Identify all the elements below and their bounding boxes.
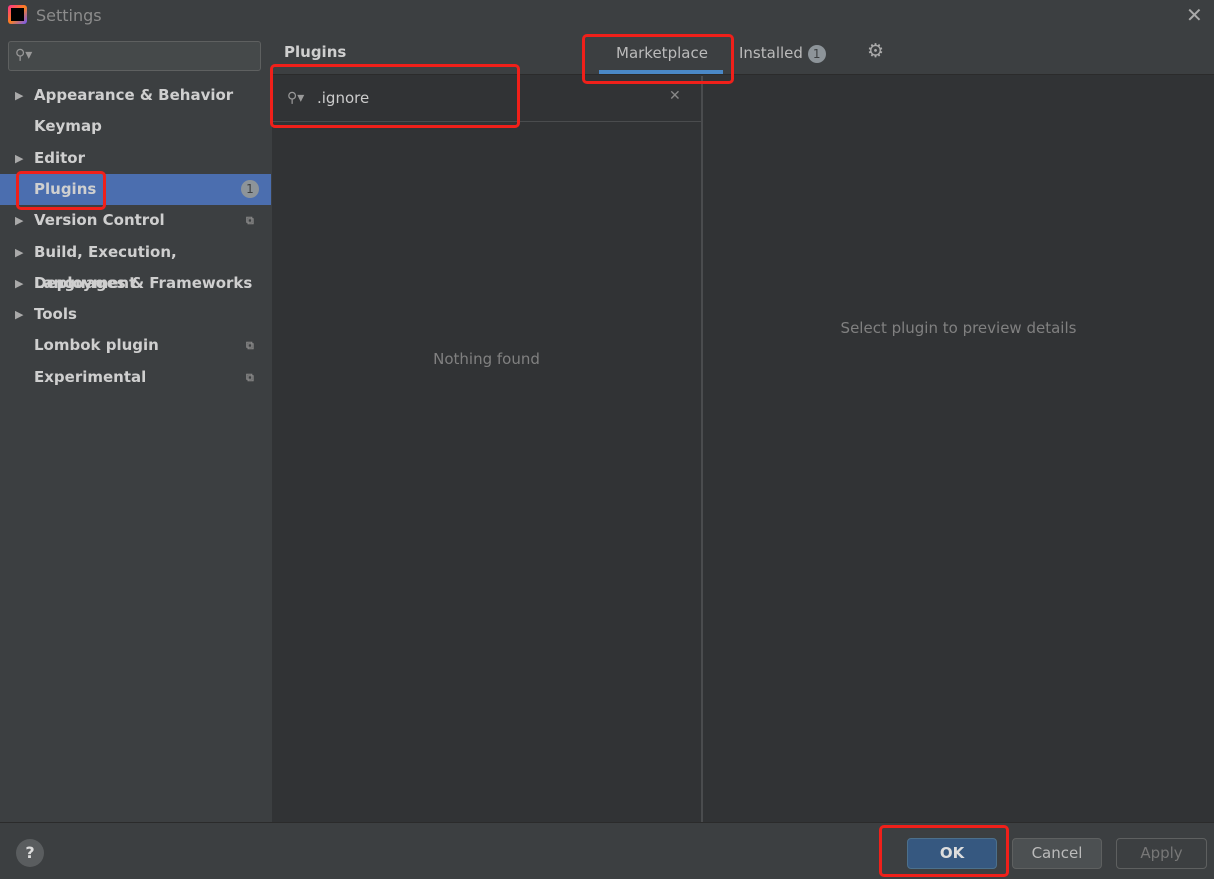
cancel-button[interactable]: Cancel xyxy=(1012,838,1102,869)
sidebar-item-label: Languages & Frameworks xyxy=(34,273,253,292)
intellij-logo xyxy=(8,5,27,24)
sidebar-item-editor[interactable]: ▶ Editor xyxy=(0,143,271,174)
help-button[interactable]: ? xyxy=(16,839,44,867)
sidebar-item-label: Keymap xyxy=(34,117,102,136)
expand-arrow-icon[interactable]: ▶ xyxy=(15,299,23,330)
annotation-box-search xyxy=(270,64,520,128)
expand-arrow-icon[interactable]: ▶ xyxy=(15,237,23,268)
tab-installed[interactable]: Installed 1 xyxy=(739,44,826,63)
plugins-badge: 1 xyxy=(241,179,259,198)
window-title: Settings xyxy=(36,6,102,25)
sidebar-item-tools[interactable]: ▶ Tools xyxy=(0,299,271,330)
sidebar-item-lombok-plugin[interactable]: Lombok plugin ⧉ xyxy=(0,330,271,361)
sidebar-item-label: Tools xyxy=(34,305,77,324)
footer: ? OK Cancel Apply xyxy=(0,822,1214,879)
sidebar-item-label: Experimental xyxy=(34,367,147,386)
sidebar-item-appearance-behavior[interactable]: ▶ Appearance & Behavior xyxy=(0,80,271,111)
clear-search-icon[interactable]: ✕ xyxy=(669,88,681,104)
sidebar-item-label: Editor xyxy=(34,148,85,167)
empty-results-text: Nothing found xyxy=(433,350,540,368)
annotation-box-marketplace xyxy=(582,34,734,84)
sidebar: ⚲▾ ▶ Appearance & Behavior Keymap ▶ Editor Pl… xyxy=(0,30,271,822)
search-icon: ⚲▾ xyxy=(15,47,33,63)
expand-arrow-icon[interactable]: ▶ xyxy=(15,80,23,111)
project-level-icon: ⧉ xyxy=(246,339,254,353)
splitter[interactable] xyxy=(701,76,703,822)
gear-icon[interactable]: ⚙ xyxy=(867,40,884,62)
project-level-icon: ⧉ xyxy=(246,370,254,384)
sidebar-item-build-execution-deployment[interactable]: ▶ Build, Execution, Deployment xyxy=(0,237,271,292)
annotation-box-ok xyxy=(879,825,1009,877)
expand-arrow-icon[interactable]: ▶ xyxy=(15,143,23,174)
tab-installed-label: Installed xyxy=(739,44,803,62)
annotation-box-plugins xyxy=(16,171,106,210)
page-title: Plugins xyxy=(284,43,347,61)
apply-button[interactable]: Apply xyxy=(1116,838,1207,869)
expand-arrow-icon[interactable]: ▶ xyxy=(15,268,23,299)
project-level-icon: ⧉ xyxy=(246,214,254,228)
sidebar-item-experimental[interactable]: Experimental ⧉ xyxy=(0,362,271,393)
sidebar-item-label: Lombok plugin xyxy=(34,336,159,355)
installed-badge: 1 xyxy=(807,45,826,63)
sidebar-item-keymap[interactable]: Keymap xyxy=(0,111,271,142)
sidebar-item-label: Appearance & Behavior xyxy=(34,86,234,104)
title-bar: Settings ✕ xyxy=(0,0,1214,30)
sidebar-item-languages-frameworks[interactable]: ▶ Languages & Frameworks xyxy=(0,268,271,299)
preview-placeholder: Select plugin to preview details xyxy=(840,319,1077,337)
close-icon[interactable]: ✕ xyxy=(1186,3,1203,27)
plugins-panel: Plugins Marketplace Installed 1 ⚙ ⚲▾ .ig… xyxy=(272,30,1214,822)
settings-search-input[interactable]: ⚲▾ xyxy=(8,41,261,71)
